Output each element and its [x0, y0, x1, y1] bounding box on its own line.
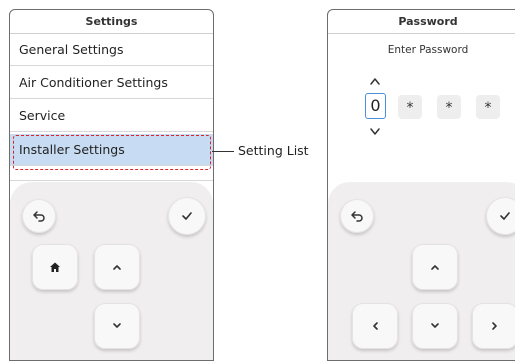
confirm-button[interactable] — [168, 197, 206, 235]
back-button[interactable] — [340, 199, 374, 233]
password-digit-4[interactable]: * — [476, 95, 500, 119]
up-button[interactable] — [94, 244, 140, 290]
down-button[interactable] — [94, 303, 140, 349]
check-icon — [500, 212, 510, 220]
left-button[interactable] — [352, 303, 398, 349]
digit-down-icon[interactable] — [368, 127, 382, 137]
back-arrow-icon — [351, 211, 363, 222]
chevron-right-icon — [492, 322, 497, 330]
password-prompt: Enter Password — [387, 44, 469, 56]
up-button[interactable] — [412, 244, 458, 290]
home-button[interactable] — [32, 244, 78, 290]
confirm-button[interactable] — [486, 197, 515, 235]
down-button[interactable] — [412, 303, 458, 349]
chevron-left-icon — [373, 322, 378, 330]
right-button[interactable] — [472, 303, 515, 349]
back-button[interactable] — [22, 199, 56, 233]
menu-item-air-conditioner-settings[interactable]: Air Conditioner Settings — [10, 67, 213, 99]
chevron-down-icon — [431, 323, 439, 328]
callout-leader-line — [212, 151, 234, 152]
password-digit-2[interactable]: * — [398, 95, 422, 119]
digit-up-icon[interactable] — [368, 76, 382, 86]
keypad-area — [10, 182, 213, 360]
check-icon — [182, 212, 192, 220]
password-title: Password — [328, 10, 515, 34]
back-arrow-icon — [33, 211, 45, 222]
password-digit-1[interactable]: 0 — [365, 93, 386, 119]
menu-item-general-settings[interactable]: General Settings — [10, 34, 213, 66]
password-digit-3[interactable]: * — [437, 95, 461, 119]
callout-label: Setting List — [238, 143, 309, 158]
chevron-up-icon — [431, 265, 439, 270]
menu-item-service[interactable]: Service — [10, 100, 213, 132]
chevron-up-icon — [113, 265, 121, 270]
chevron-down-icon — [113, 323, 121, 328]
selection-highlight-outline — [13, 135, 211, 170]
settings-screen: Settings General Settings Air Conditione… — [9, 9, 214, 361]
home-icon — [50, 262, 60, 272]
list-divider — [10, 180, 213, 181]
password-screen: Password Enter Password 0 * * * — [327, 9, 515, 361]
keypad-area — [328, 182, 515, 360]
settings-title: Settings — [10, 10, 213, 34]
